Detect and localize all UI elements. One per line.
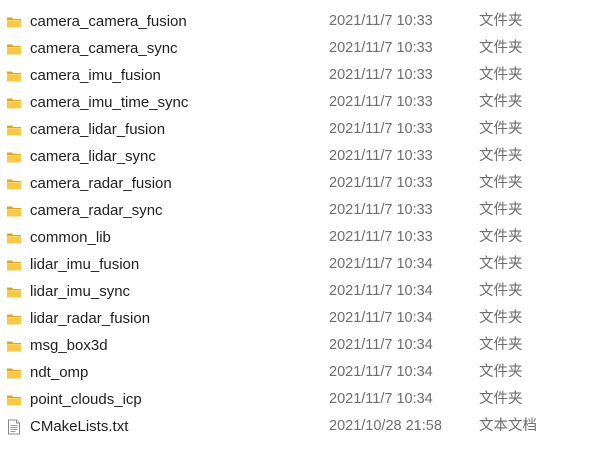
file-type: 文件夹 [479, 175, 523, 191]
file-type: 文本文档 [479, 418, 537, 434]
file-type: 文件夹 [479, 148, 523, 164]
modified-date: 2021/11/7 10:34 [329, 310, 433, 326]
file-name: camera_imu_fusion [30, 67, 161, 84]
folder-icon [6, 311, 22, 327]
file-type: 文件夹 [479, 40, 523, 56]
file-row[interactable]: ndt_omp 2021/11/7 10:34 文件夹 [0, 359, 614, 386]
file-type: 文件夹 [479, 256, 523, 272]
file-type: 文件夹 [479, 202, 523, 218]
folder-icon [6, 68, 22, 84]
file-row[interactable]: camera_camera_sync 2021/11/7 10:33 文件夹 [0, 35, 614, 62]
file-name: camera_lidar_sync [30, 148, 156, 165]
file-row[interactable]: camera_imu_fusion 2021/11/7 10:33 文件夹 [0, 62, 614, 89]
folder-icon [6, 14, 22, 30]
folder-icon [6, 338, 22, 354]
modified-date: 2021/11/7 10:33 [329, 175, 433, 191]
file-name: ndt_omp [30, 364, 89, 381]
file-row[interactable]: lidar_radar_fusion 2021/11/7 10:34 文件夹 [0, 305, 614, 332]
file-row[interactable]: camera_radar_sync 2021/11/7 10:33 文件夹 [0, 197, 614, 224]
file-row[interactable]: camera_lidar_fusion 2021/11/7 10:33 文件夹 [0, 116, 614, 143]
file-row[interactable]: camera_lidar_sync 2021/11/7 10:33 文件夹 [0, 143, 614, 170]
file-type: 文件夹 [479, 229, 523, 245]
folder-icon [6, 284, 22, 300]
file-name: camera_radar_sync [30, 202, 163, 219]
folder-icon [6, 392, 22, 408]
file-row[interactable]: camera_imu_time_sync 2021/11/7 10:33 文件夹 [0, 89, 614, 116]
file-type: 文件夹 [479, 364, 523, 380]
modified-date: 2021/11/7 10:33 [329, 40, 433, 56]
folder-icon [6, 176, 22, 192]
file-name: lidar_imu_fusion [30, 256, 140, 273]
file-row[interactable]: CMakeLists.txt 2021/10/28 21:58 文本文档 [0, 413, 614, 440]
file-row[interactable]: camera_camera_fusion 2021/11/7 10:33 文件夹 [0, 8, 614, 35]
modified-date: 2021/11/7 10:33 [329, 121, 433, 137]
folder-icon [6, 149, 22, 165]
folder-icon [6, 41, 22, 57]
folder-icon [6, 95, 22, 111]
file-name: camera_lidar_fusion [30, 121, 166, 138]
modified-date: 2021/10/28 21:58 [329, 418, 442, 434]
file-type: 文件夹 [479, 121, 523, 137]
file-type: 文件夹 [479, 283, 523, 299]
file-list: camera_camera_fusion 2021/11/7 10:33 文件夹… [0, 8, 614, 440]
modified-date: 2021/11/7 10:34 [329, 391, 433, 407]
text-file-icon [6, 419, 22, 435]
modified-date: 2021/11/7 10:34 [329, 283, 433, 299]
file-name: camera_camera_fusion [30, 13, 187, 30]
file-row[interactable]: msg_box3d 2021/11/7 10:34 文件夹 [0, 332, 614, 359]
modified-date: 2021/11/7 10:33 [329, 148, 433, 164]
file-name: camera_imu_time_sync [30, 94, 189, 111]
file-type: 文件夹 [479, 94, 523, 110]
file-name: camera_camera_sync [30, 40, 178, 57]
modified-date: 2021/11/7 10:33 [329, 67, 433, 83]
modified-date: 2021/11/7 10:33 [329, 13, 433, 29]
file-type: 文件夹 [479, 391, 523, 407]
modified-date: 2021/11/7 10:33 [329, 94, 433, 110]
modified-date: 2021/11/7 10:34 [329, 256, 433, 272]
file-row[interactable]: point_clouds_icp 2021/11/7 10:34 文件夹 [0, 386, 614, 413]
modified-date: 2021/11/7 10:34 [329, 364, 433, 380]
file-row[interactable]: camera_radar_fusion 2021/11/7 10:33 文件夹 [0, 170, 614, 197]
file-name: camera_radar_fusion [30, 175, 172, 192]
folder-icon [6, 122, 22, 138]
file-type: 文件夹 [479, 310, 523, 326]
modified-date: 2021/11/7 10:33 [329, 229, 433, 245]
modified-date: 2021/11/7 10:33 [329, 202, 433, 218]
file-row[interactable]: common_lib 2021/11/7 10:33 文件夹 [0, 224, 614, 251]
file-type: 文件夹 [479, 67, 523, 83]
file-row[interactable]: lidar_imu_fusion 2021/11/7 10:34 文件夹 [0, 251, 614, 278]
folder-icon [6, 257, 22, 273]
file-name: lidar_imu_sync [30, 283, 131, 300]
folder-icon [6, 365, 22, 381]
folder-icon [6, 230, 22, 246]
file-name: lidar_radar_fusion [30, 310, 151, 327]
file-name: point_clouds_icp [30, 391, 142, 408]
file-name: common_lib [30, 229, 111, 246]
file-row[interactable]: lidar_imu_sync 2021/11/7 10:34 文件夹 [0, 278, 614, 305]
file-type: 文件夹 [479, 337, 523, 353]
file-name: msg_box3d [30, 337, 108, 354]
modified-date: 2021/11/7 10:34 [329, 337, 433, 353]
folder-icon [6, 203, 22, 219]
file-name: CMakeLists.txt [30, 418, 129, 435]
file-type: 文件夹 [479, 13, 523, 29]
